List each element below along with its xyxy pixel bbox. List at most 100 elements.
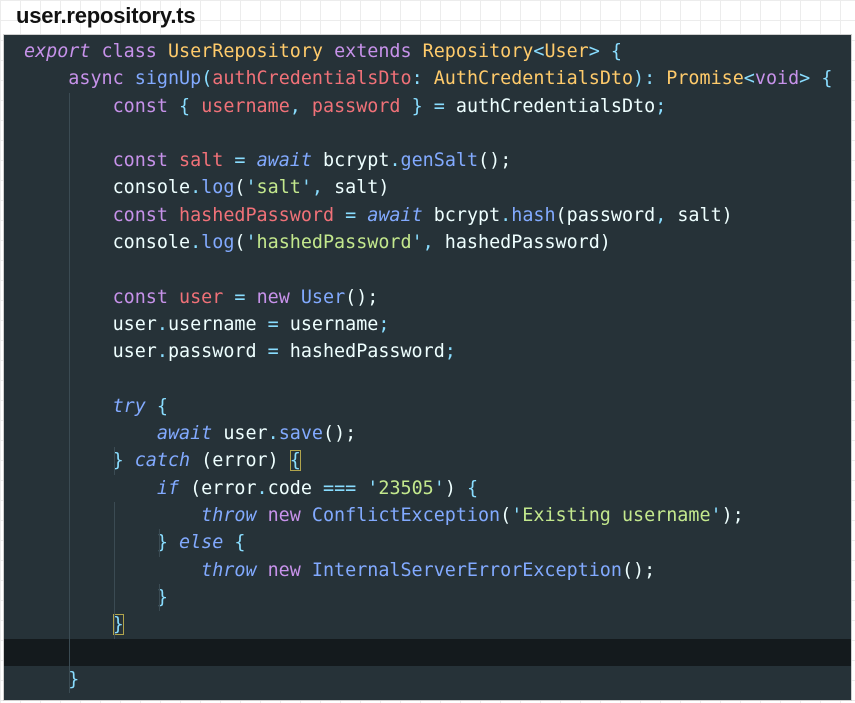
code-token: = bbox=[267, 341, 279, 363]
code-line[interactable]: const { username, password } = authCrede… bbox=[4, 92, 851, 120]
code-line[interactable]: } bbox=[4, 583, 851, 612]
code-token: password bbox=[167, 341, 257, 363]
indent-guide bbox=[69, 447, 70, 475]
code-token: . bbox=[256, 477, 268, 499]
code-token: . bbox=[389, 150, 401, 172]
code-line[interactable] bbox=[4, 638, 851, 666]
code-token: await bbox=[256, 150, 312, 172]
code-token: > bbox=[588, 41, 600, 62]
code-line[interactable]: user.username = username; bbox=[4, 310, 851, 339]
code-line[interactable]: console.log('salt', salt) bbox=[4, 174, 851, 202]
code-token: , bbox=[422, 232, 434, 254]
indent-guide bbox=[69, 392, 70, 421]
indent-guide bbox=[69, 338, 70, 366]
code-token: ; bbox=[444, 341, 456, 363]
code-token: user bbox=[179, 286, 224, 308]
code-token: const bbox=[112, 95, 168, 117]
indent-guide bbox=[69, 119, 70, 148]
code-token: : bbox=[644, 68, 656, 90]
code-line[interactable]: } catch (error) { bbox=[4, 447, 851, 475]
code-token: user bbox=[212, 423, 268, 445]
indent-guide bbox=[114, 447, 115, 475]
code-token: ); bbox=[721, 505, 744, 527]
code-token: (error) bbox=[190, 450, 290, 472]
code-token: hash bbox=[511, 204, 556, 226]
code-token: save bbox=[278, 423, 323, 445]
code-token: await bbox=[367, 204, 423, 226]
code-line[interactable]: const hashedPassword = await bcrypt.hash… bbox=[4, 201, 851, 230]
code-token: (); bbox=[621, 559, 656, 581]
code-line[interactable]: async signUp(authCredentialsDto: AuthCre… bbox=[4, 65, 851, 92]
indent-guide bbox=[69, 365, 70, 393]
code-area[interactable]: export class UserRepository extends Repo… bbox=[4, 38, 851, 694]
indent-guide bbox=[69, 474, 70, 503]
code-line[interactable]: throw new InternalServerErrorException()… bbox=[4, 556, 851, 584]
code-token: { bbox=[156, 395, 168, 417]
code-token: (); bbox=[478, 150, 512, 172]
code-token: const bbox=[112, 204, 168, 226]
code-line[interactable] bbox=[4, 365, 851, 393]
code-token: console bbox=[24, 232, 191, 254]
code-token: new bbox=[256, 286, 290, 308]
indent-guide bbox=[69, 529, 70, 557]
code-token: (); bbox=[345, 286, 379, 308]
code-token: log bbox=[201, 177, 235, 199]
code-token: ( bbox=[201, 68, 213, 90]
code-editor[interactable]: export class UserRepository extends Repo… bbox=[3, 34, 852, 701]
code-token: = bbox=[267, 313, 279, 335]
code-token: === bbox=[323, 477, 357, 499]
code-token: const bbox=[112, 150, 168, 172]
code-token: ' bbox=[367, 477, 379, 499]
file-title: user.repository.ts bbox=[16, 3, 196, 28]
code-token: User bbox=[300, 286, 346, 308]
code-line[interactable]: const user = new User(); bbox=[4, 283, 851, 311]
code-line[interactable] bbox=[4, 119, 851, 148]
indent-guide bbox=[159, 583, 160, 612]
code-token: new bbox=[267, 505, 301, 527]
code-line[interactable]: } bbox=[4, 665, 851, 694]
code-line[interactable]: await user.save(); bbox=[4, 420, 851, 448]
code-line[interactable]: export class UserRepository extends Repo… bbox=[4, 38, 851, 65]
code-line[interactable]: user.password = hashedPassword; bbox=[4, 338, 851, 366]
code-line[interactable]: } else { bbox=[4, 529, 851, 557]
indent-guide bbox=[69, 420, 70, 448]
code-token: AuthCredentialsDto bbox=[433, 68, 634, 90]
code-line[interactable]: if (error.code === '23505') { bbox=[4, 474, 851, 503]
code-token: (); bbox=[323, 423, 357, 445]
code-token: ConflictException bbox=[311, 505, 501, 527]
code-line[interactable]: const salt = await bcrypt.genSalt(); bbox=[4, 147, 851, 175]
indent-guide bbox=[114, 502, 115, 530]
code-token: = bbox=[433, 95, 445, 117]
code-line[interactable]: throw new ConflictException('Existing us… bbox=[4, 502, 851, 530]
code-token: console bbox=[24, 177, 191, 199]
code-line[interactable]: console.log('hashedPassword', hashedPass… bbox=[4, 229, 851, 257]
indent-guide bbox=[69, 92, 70, 120]
code-line[interactable]: } bbox=[4, 611, 851, 639]
code-token: . bbox=[190, 232, 202, 254]
code-token: hashedPassword bbox=[256, 232, 412, 254]
code-token: . bbox=[267, 423, 279, 445]
code-line[interactable]: try { bbox=[4, 392, 851, 421]
code-token: { bbox=[821, 68, 833, 90]
code-token: < bbox=[533, 41, 545, 62]
code-token: . bbox=[156, 313, 168, 335]
code-token: UserRepository bbox=[167, 41, 323, 62]
code-token: } bbox=[411, 95, 423, 117]
code-line[interactable] bbox=[4, 256, 851, 284]
code-token: > bbox=[799, 68, 811, 90]
